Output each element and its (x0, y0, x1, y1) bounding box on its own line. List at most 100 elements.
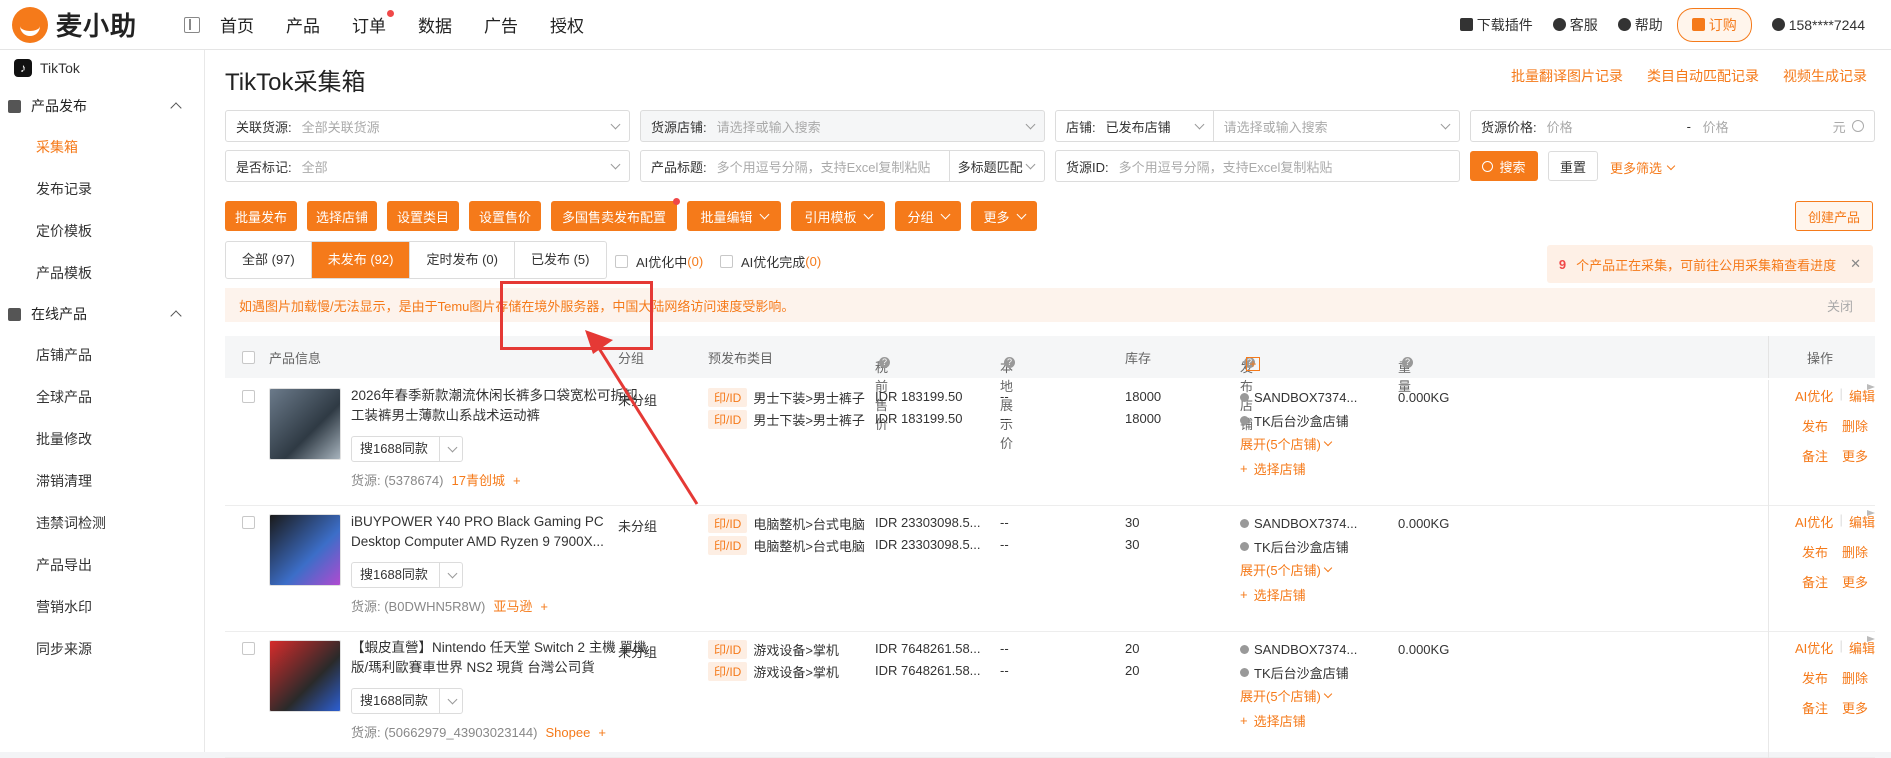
expand-stores-link[interactable]: 展开(5个店铺) (1240, 432, 1357, 455)
tab-scheduled[interactable]: 定时发布 (0) (410, 242, 515, 278)
nav-ads[interactable]: 广告 (484, 12, 518, 37)
nav-data[interactable]: 数据 (418, 12, 452, 37)
reset-button[interactable]: 重置 (1548, 151, 1598, 181)
ai-optimize-button[interactable]: AI优化 (1795, 638, 1833, 668)
edit-button[interactable]: 编辑 (1849, 512, 1875, 542)
set-category-button[interactable]: 设置类目 (387, 201, 459, 231)
choose-store-link[interactable]: + 选择店铺 (1240, 709, 1357, 732)
user-menu[interactable]: 158****7244 (1771, 17, 1865, 33)
add-store-icon[interactable]: + (1246, 357, 1260, 371)
ai-optimize-button[interactable]: AI优化 (1795, 386, 1833, 416)
row-checkbox[interactable] (242, 390, 255, 403)
nav-products[interactable]: 产品 (286, 12, 320, 37)
title-mode-select[interactable]: 多标题匹配 (950, 157, 1023, 176)
sidebar-item-store-products[interactable]: 店铺产品 (0, 334, 204, 376)
multi-country-config-button[interactable]: 多国售卖发布配置 (551, 201, 677, 231)
sidebar-item-export[interactable]: 产品导出 (0, 544, 204, 586)
tab-unpublished[interactable]: 未发布 (92) (311, 242, 411, 278)
product-title[interactable]: 【蝦皮直營】Nintendo 任天堂 Switch 2 主機 單機版/瑪利歐賽車… (351, 638, 651, 678)
category-path[interactable]: 游戏设备>掌机 (753, 640, 839, 659)
price-min-input[interactable]: 价格 (1547, 117, 1687, 136)
source-platform-link[interactable]: 亚马逊 (493, 599, 532, 614)
sidebar-toggle-icon[interactable] (184, 16, 200, 33)
search-1688-same-select[interactable]: 搜1688同款 (351, 688, 463, 714)
product-thumbnail[interactable] (269, 640, 341, 712)
clear-icon[interactable] (1851, 120, 1864, 132)
delete-button[interactable]: 删除 (1842, 416, 1868, 446)
ai-optimizing-filter[interactable]: AI优化中 (0) (615, 252, 703, 271)
platform-selector[interactable]: ♪ TikTok (0, 50, 204, 86)
edit-button[interactable]: 编辑 (1849, 638, 1875, 668)
choose-store-link[interactable]: + 选择店铺 (1240, 457, 1357, 480)
nav-auth[interactable]: 授权 (550, 12, 584, 37)
publish-button[interactable]: 发布 (1802, 416, 1828, 446)
note-button[interactable]: 备注 (1802, 698, 1828, 728)
customer-service-link[interactable]: 客服 (1552, 15, 1598, 35)
mark-select[interactable]: 是否标记: 全部 (225, 150, 630, 182)
sidebar-section-online[interactable]: 在线产品 (0, 294, 204, 334)
apply-template-button[interactable]: 引用模板 (791, 201, 885, 231)
close-icon[interactable]: ✕ (1850, 256, 1861, 272)
sidebar-item-collection-box[interactable]: 采集箱 (0, 126, 204, 168)
set-price-button[interactable]: 设置售价 (469, 201, 541, 231)
product-thumbnail[interactable] (269, 514, 341, 586)
category-path[interactable]: 男士下装>男士裤子 (753, 410, 865, 429)
delete-button[interactable]: 删除 (1842, 542, 1868, 572)
sidebar-item-watermark[interactable]: 营销水印 (0, 586, 204, 628)
more-filter-link[interactable]: 更多筛选 (1610, 158, 1684, 177)
tab-published[interactable]: 已发布 (5) (515, 242, 606, 278)
add-icon[interactable]: + (598, 725, 606, 740)
edit-button[interactable]: 编辑 (1849, 386, 1875, 416)
price-max-input[interactable]: 价格 (1703, 117, 1833, 136)
category-match-record-link[interactable]: 类目自动匹配记录 (1647, 66, 1759, 86)
more-button[interactable]: 更多 (971, 201, 1037, 231)
category-path[interactable]: 电脑整机>台式电脑 (753, 514, 865, 533)
checkbox[interactable] (720, 255, 733, 268)
source-id-input[interactable]: 多个用逗号分隔，支持Excel复制粘贴 (1119, 157, 1333, 176)
expand-stores-link[interactable]: 展开(5个店铺) (1240, 558, 1357, 581)
select-store-button[interactable]: 选择店铺 (307, 201, 377, 231)
note-button[interactable]: 备注 (1802, 572, 1828, 602)
tab-all[interactable]: 全部 (97) (226, 242, 312, 278)
source-platform-link[interactable]: Shopee (545, 725, 590, 740)
category-path[interactable]: 电脑整机>台式电脑 (753, 536, 865, 555)
create-product-button[interactable]: 创建产品 (1794, 201, 1873, 231)
category-path[interactable]: 游戏设备>掌机 (753, 662, 839, 681)
batch-edit-button[interactable]: 批量编辑 (687, 201, 781, 231)
note-button[interactable]: 备注 (1802, 446, 1828, 476)
warning-close-button[interactable]: 关闭 (1827, 296, 1853, 315)
expand-stores-link[interactable]: 展开(5个店铺) (1240, 684, 1357, 707)
more-actions-button[interactable]: 更多 (1842, 572, 1868, 602)
related-source-select[interactable]: 关联货源: 全部关联货源 (225, 110, 630, 142)
choose-store-link[interactable]: + 选择店铺 (1240, 583, 1357, 606)
download-plugin-link[interactable]: 下载插件 (1459, 15, 1533, 35)
product-title[interactable]: iBUYPOWER Y40 PRO Black Gaming PC Deskto… (351, 512, 651, 552)
group-button[interactable]: 分组 (895, 201, 961, 231)
sidebar-item-publish-record[interactable]: 发布记录 (0, 168, 204, 210)
ai-optimize-button[interactable]: AI优化 (1795, 512, 1833, 542)
sidebar-item-batch-edit[interactable]: 批量修改 (0, 418, 204, 460)
more-actions-button[interactable]: 更多 (1842, 698, 1868, 728)
help-link[interactable]: 帮助 (1617, 15, 1663, 35)
batch-publish-button[interactable]: 批量发布 (225, 201, 297, 231)
source-platform-link[interactable]: 17青创城 (452, 473, 505, 488)
row-checkbox[interactable] (242, 516, 255, 529)
publish-button[interactable]: 发布 (1802, 668, 1828, 698)
delete-button[interactable]: 删除 (1842, 668, 1868, 698)
nav-orders[interactable]: 订单 (352, 10, 394, 37)
nav-home[interactable]: 首页 (220, 12, 254, 37)
order-button[interactable]: 订购 (1676, 7, 1752, 42)
sidebar-item-pricing-template[interactable]: 定价模板 (0, 210, 204, 252)
search-1688-same-select[interactable]: 搜1688同款 (351, 562, 463, 588)
add-icon[interactable]: + (513, 473, 521, 488)
product-thumbnail[interactable] (269, 388, 341, 460)
add-icon[interactable]: + (540, 599, 548, 614)
category-path[interactable]: 男士下装>男士裤子 (753, 388, 865, 407)
source-store-select[interactable]: 货源店铺: 请选择或输入搜索 (640, 110, 1045, 142)
help-icon[interactable]: ? (879, 357, 890, 368)
video-record-link[interactable]: 视频生成记录 (1783, 66, 1867, 86)
select-all-checkbox[interactable] (242, 350, 255, 364)
sidebar-item-slow-clear[interactable]: 滞销清理 (0, 460, 204, 502)
more-actions-button[interactable]: 更多 (1842, 446, 1868, 476)
help-icon[interactable]: ? (1402, 357, 1413, 368)
